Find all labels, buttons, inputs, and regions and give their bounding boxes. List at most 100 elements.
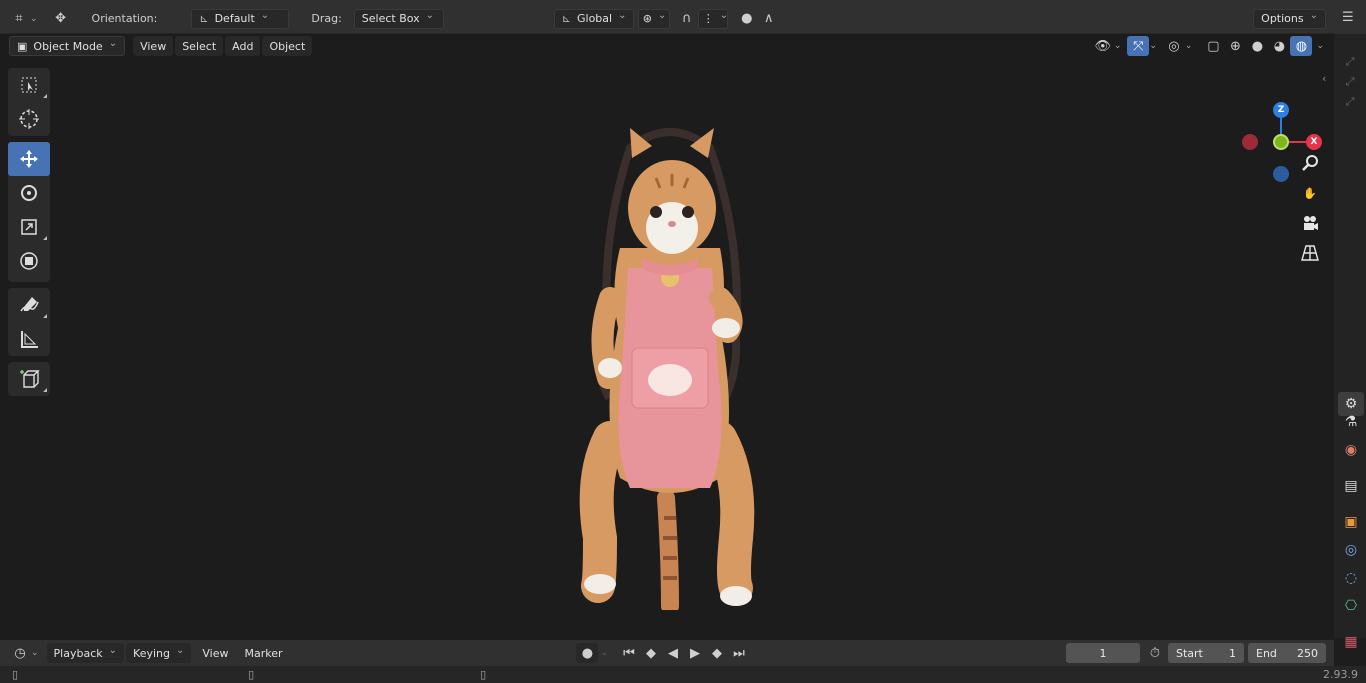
snap-target-dropdown[interactable]: ⋮ <box>697 8 728 29</box>
xray-icon[interactable]: ▢ <box>1202 36 1224 56</box>
sidebar-toggle-icon[interactable]: ‹ <box>1322 72 1326 85</box>
timeline-editor-dropdown-arrow[interactable]: ⌄ <box>31 648 39 658</box>
menu-add[interactable]: Add <box>225 36 261 56</box>
keying-label: Keying <box>133 646 170 660</box>
current-frame-value: 1 <box>1099 646 1107 660</box>
zoom-icon[interactable] <box>1296 150 1324 176</box>
mouse-middle-icon: ▯ <box>248 668 255 681</box>
play-icon[interactable]: ▶ <box>684 643 706 663</box>
gizmo-toggle-icon[interactable]: ⤧ <box>1127 36 1150 56</box>
data-icon[interactable]: ⎔ <box>1338 594 1364 618</box>
start-frame-field[interactable]: Start 1 <box>1168 643 1244 663</box>
menu-object[interactable]: Object <box>262 36 313 56</box>
record-icon[interactable]: ● <box>576 643 599 663</box>
overlays-dropdown-arrow[interactable]: ⌄ <box>1185 41 1193 51</box>
menu-keying[interactable]: Keying <box>126 643 192 663</box>
pivot-point-dropdown[interactable]: ⊛ <box>637 8 670 29</box>
axis-neg-x-icon[interactable] <box>1242 134 1258 150</box>
pan-hand-icon[interactable]: ✋ <box>1296 180 1324 206</box>
preview-range-icon[interactable]: ⏱ <box>1144 643 1166 663</box>
orientation-dropdown[interactable]: ⊾ Default <box>191 8 290 29</box>
playback-label: Playback <box>53 646 103 660</box>
next-keyframe-icon[interactable]: ◆ <box>706 643 728 663</box>
pivot-icon: ⊛ <box>642 12 652 25</box>
snap-target-icon: ⋮ <box>702 12 714 25</box>
outliner-editor-icon[interactable]: ☰ <box>1342 10 1354 25</box>
menu-timeline-view[interactable]: View <box>195 643 235 663</box>
options-dropdown[interactable]: Options <box>1253 8 1326 29</box>
world-icon[interactable]: ◉ <box>1338 438 1364 462</box>
transform-orientation-value: Global <box>577 12 613 25</box>
transform-icon[interactable] <box>8 244 50 278</box>
toolbar-group-transform <box>8 142 50 282</box>
menu-select[interactable]: Select <box>175 36 224 56</box>
mouse-right-icon: ▯ <box>480 668 487 681</box>
editor-type-icon[interactable]: ⌗ <box>8 9 30 29</box>
move-tool-icon[interactable]: ✥ <box>50 9 72 29</box>
play-reverse-icon[interactable]: ◀ <box>662 643 684 663</box>
perspective-grid-icon[interactable] <box>1296 240 1324 266</box>
snap-toggle-icon[interactable]: ∩ <box>676 9 698 29</box>
orientation-icon: ⊾ <box>199 12 209 25</box>
proportional-editing-icon[interactable]: ● <box>736 9 758 29</box>
prev-keyframe-icon[interactable]: ◆ <box>640 643 662 663</box>
menu-marker[interactable]: Marker <box>237 643 289 663</box>
object-icon[interactable]: ▣ <box>1338 510 1364 534</box>
annotate-icon[interactable] <box>8 288 50 322</box>
material-shading-icon[interactable]: ◕ <box>1268 36 1290 56</box>
wireframe-shading-icon[interactable]: ⊕ <box>1224 36 1246 56</box>
shading-dropdown-arrow[interactable]: ⌄ <box>1316 41 1324 51</box>
rotate-icon[interactable] <box>8 176 50 210</box>
cat-tail <box>657 489 679 610</box>
cat-in-apron-model[interactable] <box>570 118 770 610</box>
axis-y-icon[interactable] <box>1273 134 1289 150</box>
visibility-icon[interactable]: 👁 <box>1092 36 1114 56</box>
3d-viewport[interactable]: ▣ Object Mode View Select Add Object 👁 ⌄… <box>0 34 1334 638</box>
editor-type-dropdown-arrow[interactable]: ⌄ <box>30 14 38 24</box>
timeline-editor-icon[interactable]: ◷ <box>9 643 31 663</box>
collection-icon[interactable]: ▤ <box>1338 474 1364 498</box>
move-icon[interactable] <box>8 142 50 176</box>
gizmo-dropdown-arrow[interactable]: ⌄ <box>1149 41 1157 51</box>
jump-start-icon[interactable]: ⏮ <box>618 643 640 663</box>
axis-neg-z-icon[interactable] <box>1273 166 1289 182</box>
falloff-icon[interactable]: ∧ <box>758 9 780 29</box>
cursor-icon[interactable] <box>8 102 50 136</box>
drag-dropdown[interactable]: Select Box <box>353 8 444 29</box>
add-cube-icon[interactable] <box>8 362 50 396</box>
measure-icon[interactable] <box>8 322 50 356</box>
axis-x-icon[interactable]: X <box>1306 134 1322 150</box>
toolbar-group-add <box>8 362 50 396</box>
options-label: Options <box>1261 12 1304 25</box>
timeline-header: ◷ ⌄ Playback Keying View Marker ● ⌄ ⏮ ◆ … <box>0 640 1334 666</box>
toolbar-group-annotate <box>8 288 50 356</box>
toolbar-group-select <box>8 68 50 136</box>
render-icon[interactable]: ⚗ <box>1338 410 1364 434</box>
scale-icon[interactable] <box>8 210 50 244</box>
overlays-icon[interactable]: ◎ <box>1163 36 1185 56</box>
menu-view[interactable]: View <box>133 36 174 56</box>
keying-set-dropdown-arrow[interactable]: ⌄ <box>600 648 608 658</box>
tool-settings-header: ⌗ ⌄ ✥ Orientation: ⊾ Default Drag: Selec… <box>0 4 1334 34</box>
axis-z-icon[interactable]: Z <box>1273 102 1289 118</box>
end-frame-field[interactable]: End 250 <box>1248 643 1326 663</box>
orientation-value: Default <box>214 12 255 25</box>
drag-value: Select Box <box>361 12 420 25</box>
transform-orientation-dropdown[interactable]: ⊾ Global <box>553 8 634 29</box>
solid-shading-icon[interactable]: ● <box>1246 36 1268 56</box>
menu-playback[interactable]: Playback <box>46 643 125 663</box>
visibility-dropdown-arrow[interactable]: ⌄ <box>1114 41 1122 51</box>
texture-icon[interactable]: ▦ <box>1338 630 1364 654</box>
modifier-icon[interactable]: ◎ <box>1338 538 1364 562</box>
rendered-shading-icon[interactable]: ◍ <box>1290 36 1313 56</box>
camera-view-icon[interactable] <box>1296 210 1324 236</box>
orientation-label: Orientation: <box>91 12 158 25</box>
select-box-icon[interactable] <box>8 68 50 102</box>
current-frame-field[interactable]: 1 <box>1066 643 1140 663</box>
transform-orientation-icon: ⊾ <box>561 12 571 25</box>
mode-dropdown[interactable]: ▣ Object Mode <box>9 36 126 56</box>
start-value: 1 <box>1229 646 1236 660</box>
drag-label: Drag: <box>311 12 342 25</box>
physics-icon[interactable]: ◌ <box>1338 566 1364 590</box>
jump-end-icon[interactable]: ⏭ <box>728 643 750 663</box>
